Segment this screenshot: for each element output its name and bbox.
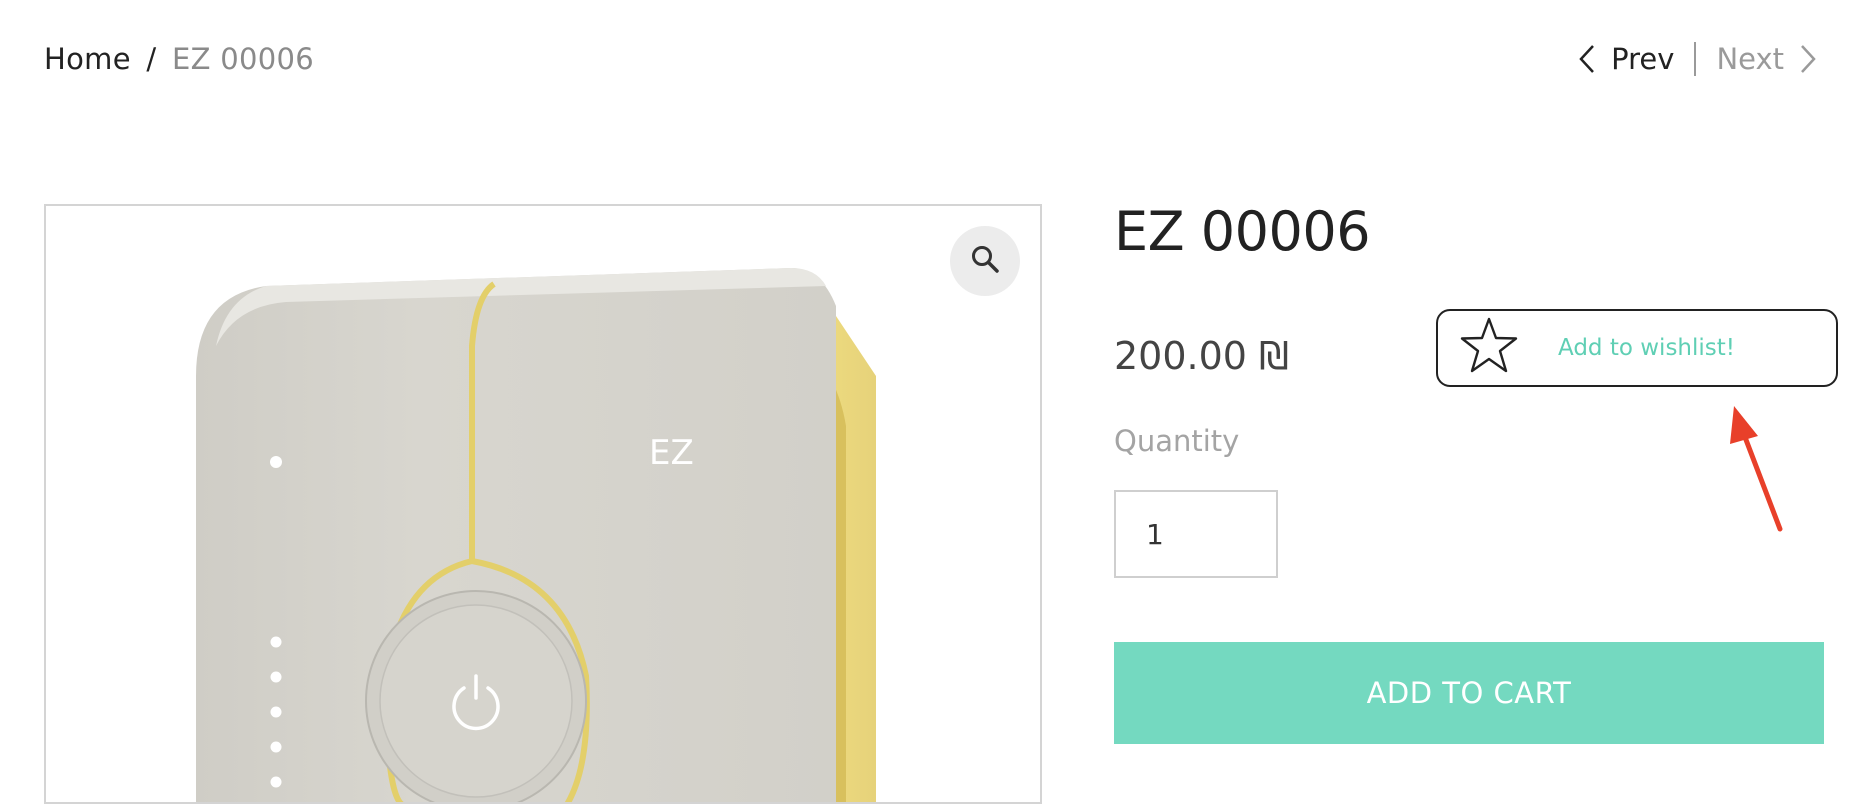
quantity-field[interactable] xyxy=(1114,490,1278,578)
quantity-label: Quantity xyxy=(1114,424,1240,458)
prev-button[interactable]: Prev xyxy=(1577,42,1674,76)
product-image: EZ xyxy=(196,268,876,802)
breadcrumb-separator: / xyxy=(146,42,157,76)
breadcrumb-home-link[interactable]: Home xyxy=(44,42,131,76)
magnifier-icon xyxy=(970,244,1000,278)
device-logo-text: EZ xyxy=(649,433,694,473)
product-price: 200.00 ₪ xyxy=(1114,334,1289,378)
product-title: EZ 00006 xyxy=(1114,200,1371,263)
star-icon xyxy=(1438,313,1522,383)
prev-label: Prev xyxy=(1611,42,1675,76)
breadcrumb: Home / EZ 00006 xyxy=(44,42,314,76)
zoom-button[interactable] xyxy=(950,226,1020,296)
chevron-left-icon xyxy=(1577,43,1597,75)
wishlist-label: Add to wishlist! xyxy=(1558,335,1736,361)
next-label: Next xyxy=(1716,42,1784,76)
product-image-gallery[interactable]: EZ xyxy=(44,204,1042,804)
pager-divider xyxy=(1694,42,1697,76)
add-to-cart-button[interactable]: ADD TO CART xyxy=(1114,642,1824,744)
annotation-arrow xyxy=(1730,406,1783,532)
breadcrumb-current: EZ 00006 xyxy=(171,42,315,76)
product-pager: Prev Next xyxy=(1577,42,1818,76)
add-to-wishlist-button[interactable]: Add to wishlist! xyxy=(1436,309,1838,387)
chevron-right-icon xyxy=(1798,43,1818,75)
next-button[interactable]: Next xyxy=(1716,42,1818,76)
